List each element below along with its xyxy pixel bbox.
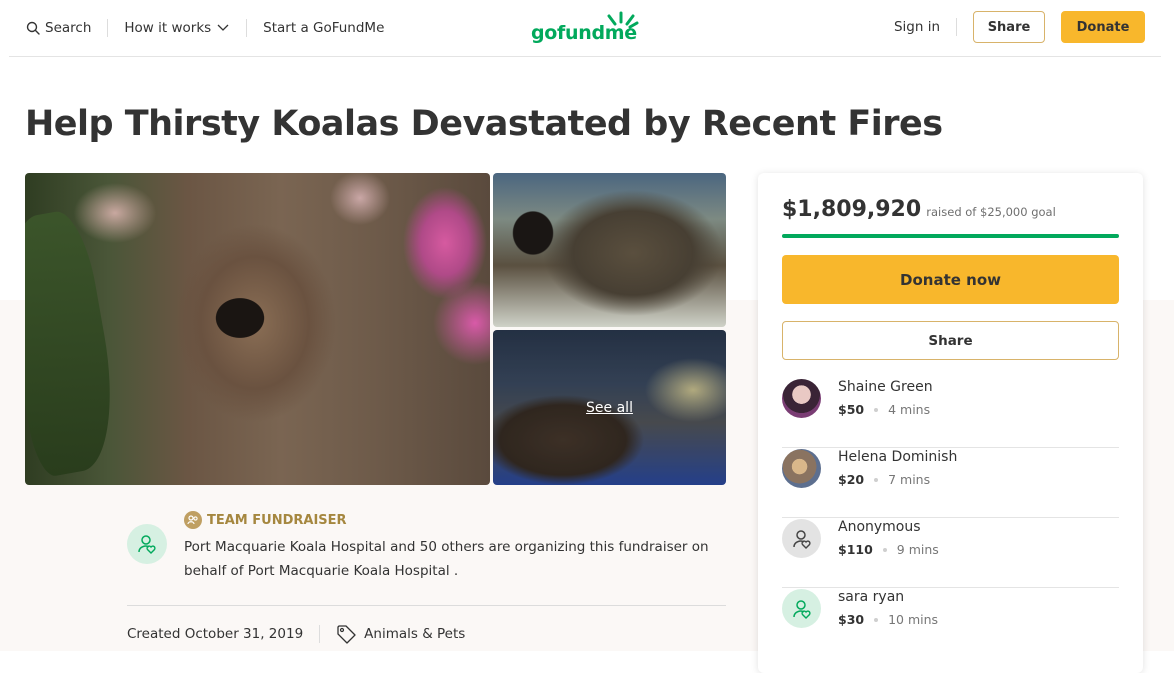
donate-now-button[interactable]: Donate now [782, 255, 1119, 304]
donor-item: sara ryan $30 10 mins [782, 587, 1119, 657]
donor-name: Shaine Green [838, 379, 933, 395]
campaign-photo-thumbnail[interactable]: See all [493, 330, 726, 485]
share-button[interactable]: Share [782, 321, 1119, 360]
how-it-works-menu[interactable]: How it works [124, 20, 230, 36]
nav-divider [107, 19, 109, 37]
nav-right: Sign in Share Donate [894, 11, 1145, 43]
donor-item: Shaine Green $50 4 mins [782, 377, 1119, 448]
donor-details: $110 9 mins [838, 542, 939, 557]
search-link[interactable]: Search [26, 20, 91, 36]
main-campaign-photo[interactable] [25, 173, 490, 485]
campaign-title: Help Thirsty Koalas Devastated by Recent… [25, 104, 943, 144]
donor-item: Helena Dominish $20 7 mins [782, 447, 1119, 518]
donor-time: 9 mins [896, 542, 939, 557]
campaign-photo-thumbnail[interactable] [493, 173, 726, 327]
category-link[interactable]: Animals & Pets [336, 624, 465, 644]
donation-sidebar: $1,809,920 raised of $25,000 goal Donate… [758, 173, 1143, 673]
raised-summary: $1,809,920 raised of $25,000 goal [782, 197, 1056, 222]
donor-amount: $30 [838, 612, 865, 627]
donor-avatar [782, 589, 821, 628]
raised-goal: raised of $25,000 goal [926, 205, 1056, 219]
user-heart-icon [792, 599, 811, 619]
donor-name: sara ryan [838, 589, 905, 605]
separator-dot [874, 477, 879, 482]
raised-amount: $1,809,920 [782, 197, 922, 222]
start-gofundme-label: Start a GoFundMe [263, 20, 385, 36]
header-donate-button[interactable]: Donate [1061, 11, 1145, 43]
tag-icon [337, 625, 356, 644]
gofundme-logo[interactable]: gofundme [531, 10, 641, 46]
chevron-down-icon [217, 24, 229, 31]
photo-leaf-detail [25, 207, 127, 479]
sign-in-link[interactable]: Sign in [894, 19, 940, 35]
user-heart-icon [138, 535, 156, 554]
donor-details: $50 4 mins [838, 402, 930, 417]
donor-item: Anonymous $110 9 mins [782, 517, 1119, 588]
start-gofundme-link[interactable]: Start a GoFundMe [263, 20, 384, 36]
search-icon [26, 21, 40, 35]
donor-avatar [782, 519, 821, 558]
category-label: Animals & Pets [364, 626, 466, 642]
team-fundraiser-badge: TEAM FUNDRAISER [184, 511, 347, 529]
meta-divider [319, 625, 321, 643]
nav-divider [956, 18, 957, 36]
donor-details: $20 7 mins [838, 472, 930, 487]
campaign-meta: Created October 31, 2019 Animals & Pets [127, 624, 465, 644]
donor-avatar [782, 379, 821, 418]
donor-amount: $110 [838, 542, 873, 557]
team-fundraiser-label: TEAM FUNDRAISER [207, 512, 347, 528]
donor-time: 7 mins [888, 472, 931, 487]
separator-dot [874, 407, 879, 412]
donor-time: 4 mins [888, 402, 931, 417]
donor-name: Helena Dominish [838, 449, 958, 465]
separator-dot [882, 547, 887, 552]
donor-avatar [782, 449, 821, 488]
see-all-photos-link[interactable]: See all [493, 330, 726, 485]
organizer-description: Port Macquarie Koala Hospital and 50 oth… [184, 539, 709, 579]
donor-name: Anonymous [838, 519, 921, 535]
site-header: Search How it works Start a GoFundMe gof… [9, 0, 1161, 57]
team-icon [184, 511, 202, 529]
nav-left: Search How it works Start a GoFundMe [26, 0, 384, 56]
donor-amount: $50 [838, 402, 865, 417]
donor-details: $30 10 mins [838, 612, 938, 627]
created-date: Created October 31, 2019 [127, 626, 304, 642]
divider [127, 605, 726, 606]
organizer-avatar [127, 524, 167, 564]
separator-dot [874, 617, 879, 622]
donor-time: 10 mins [888, 612, 939, 627]
search-label: Search [45, 20, 92, 36]
nav-divider [246, 19, 248, 37]
progress-bar [782, 234, 1119, 238]
anonymous-icon [792, 529, 811, 549]
how-it-works-label: How it works [124, 20, 212, 36]
donor-amount: $20 [838, 472, 865, 487]
progress-bar-fill [782, 234, 1119, 238]
header-share-button[interactable]: Share [973, 11, 1045, 43]
logo-text: gofundme [531, 22, 637, 44]
